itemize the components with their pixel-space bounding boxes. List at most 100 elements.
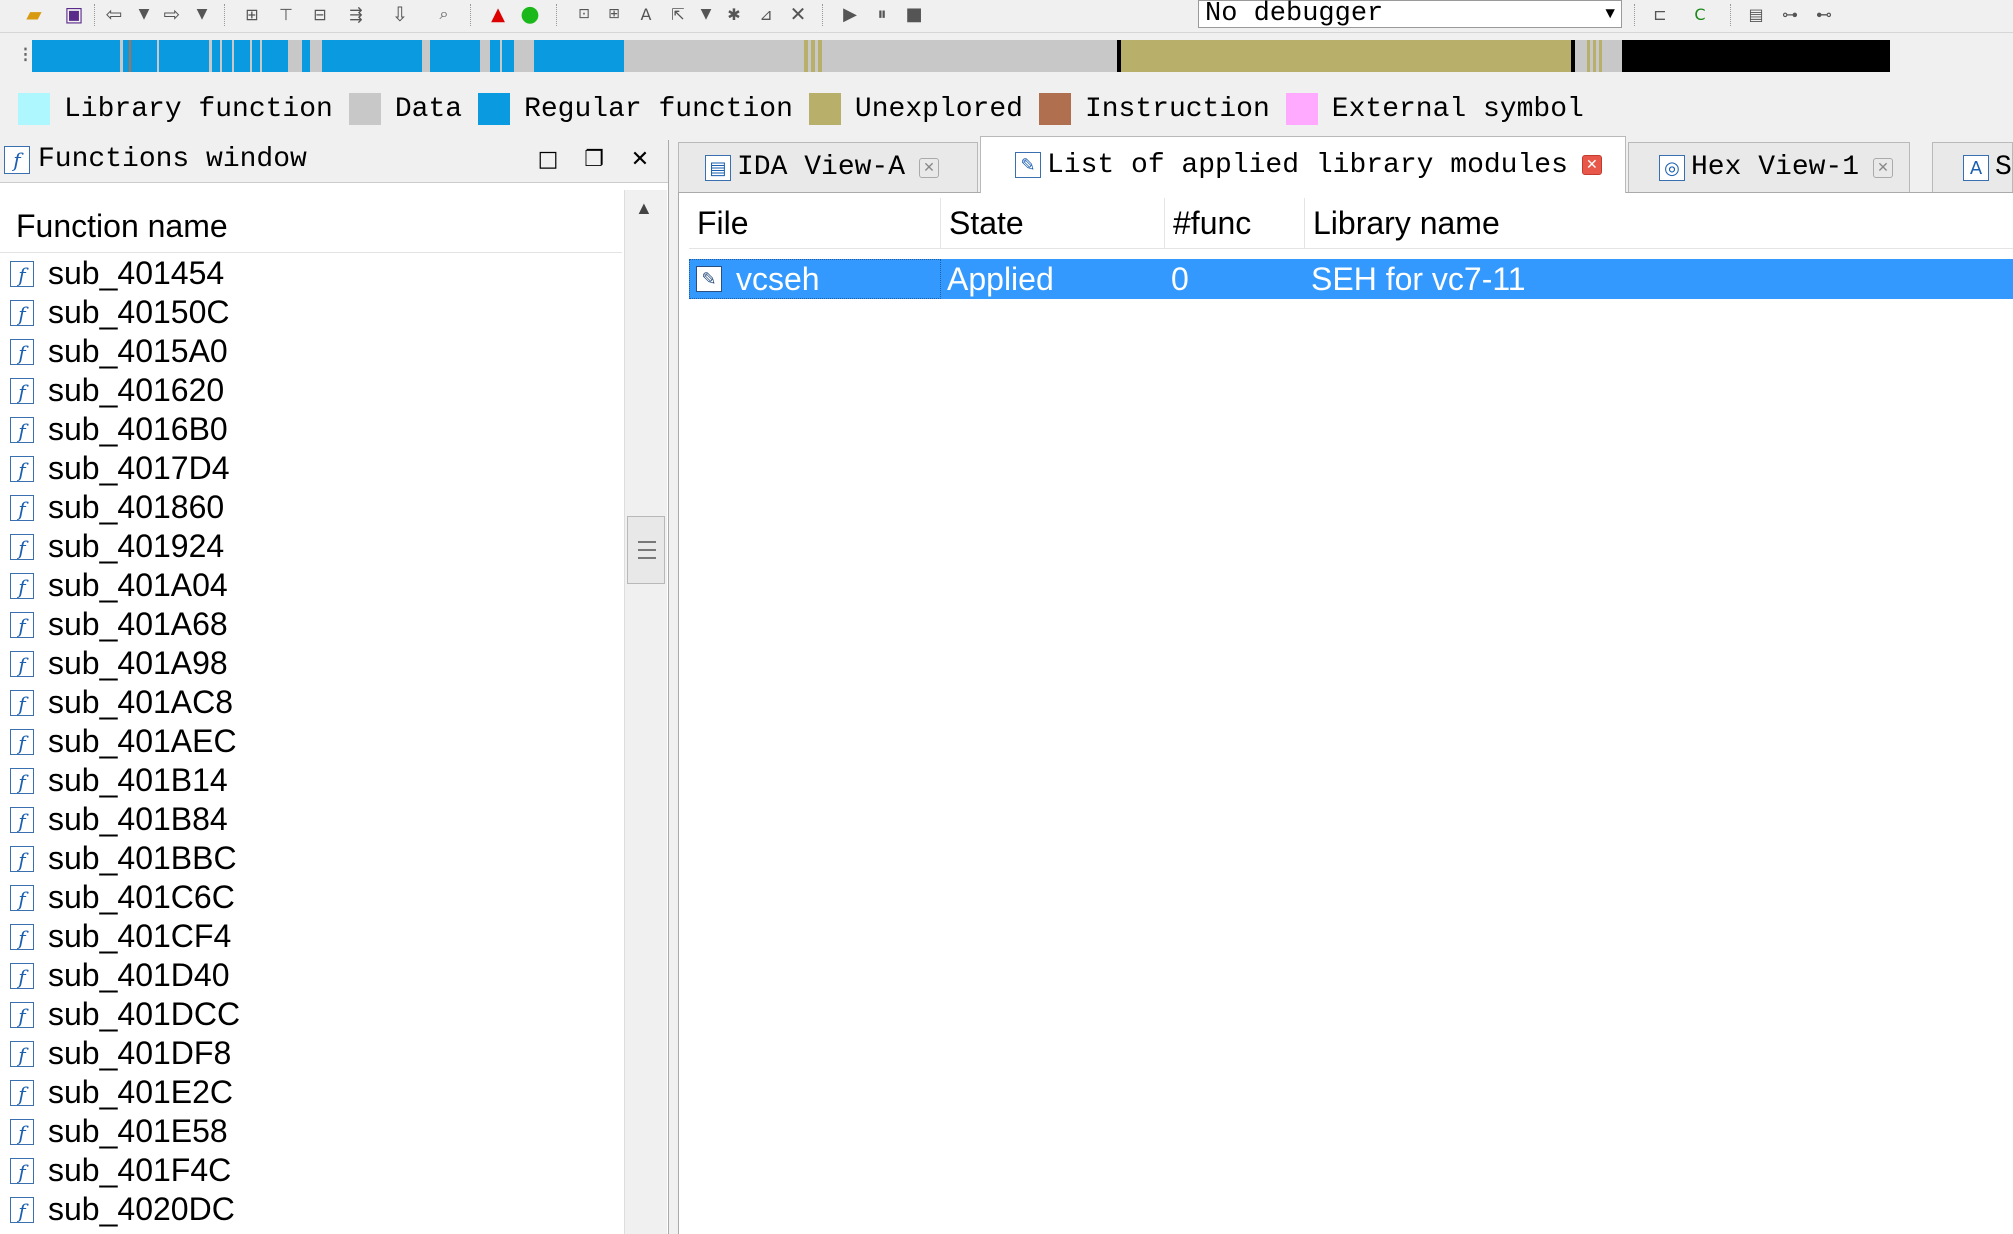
- scroll-up-icon[interactable]: ▲: [635, 198, 653, 219]
- code-icon[interactable]: ⊡: [570, 1, 598, 27]
- pause-icon[interactable]: ⏸: [868, 1, 896, 27]
- list-item[interactable]: f sub_401C6C: [0, 878, 622, 917]
- list-item[interactable]: f sub_401AC8: [0, 683, 622, 722]
- debugger-select[interactable]: No debugger ▼: [1198, 0, 1622, 28]
- function-name: sub_401AC8: [48, 684, 234, 720]
- tab-library-modules[interactable]: ✎ List of applied library modules ✕: [980, 136, 1626, 193]
- list-item[interactable]: f sub_401454: [0, 254, 622, 293]
- list-item[interactable]: f sub_401A98: [0, 644, 622, 683]
- debugger-dropdown-icon[interactable]: ▼: [1605, 1, 1615, 27]
- tab-ida-view-a[interactable]: ▤ IDA View-A ✕: [678, 142, 978, 192]
- list-item[interactable]: f sub_40150C: [0, 293, 622, 332]
- function-name: sub_401D40: [48, 957, 230, 993]
- forward-icon[interactable]: ⇨: [158, 1, 186, 27]
- open-icon[interactable]: ▰: [20, 1, 48, 27]
- list-item[interactable]: f sub_401A04: [0, 566, 622, 605]
- run-green-icon[interactable]: ●: [516, 1, 544, 27]
- functions-scrollbar[interactable]: ▲: [624, 190, 667, 1234]
- warning-icon[interactable]: ▲: [484, 1, 512, 27]
- struct-icon[interactable]: ✱: [720, 1, 748, 27]
- list-item[interactable]: f sub_4015A0: [0, 332, 622, 371]
- list-item[interactable]: f sub_401DF8: [0, 1034, 622, 1073]
- list-item[interactable]: f sub_4017D4: [0, 449, 622, 488]
- bookmark-icon[interactable]: ▤: [1742, 1, 1770, 27]
- decompile-icon[interactable]: C: [1686, 1, 1714, 27]
- navigation-band[interactable]: [32, 40, 2013, 72]
- list-item[interactable]: f sub_401B14: [0, 761, 622, 800]
- patch-icon[interactable]: ⊿: [752, 1, 780, 27]
- tab-close-icon[interactable]: ✕: [919, 157, 940, 178]
- close-icon[interactable]: ✕: [624, 144, 656, 176]
- list-item[interactable]: f sub_401620: [0, 371, 622, 410]
- list-item[interactable]: f sub_401F4C: [0, 1151, 622, 1190]
- string-icon[interactable]: A: [632, 1, 660, 27]
- binary-icon[interactable]: ⊟: [306, 1, 334, 27]
- scrollbar-thumb[interactable]: [627, 516, 665, 584]
- band-segment: [430, 40, 480, 72]
- back-icon[interactable]: ⇦: [100, 1, 128, 27]
- function-name: sub_401454: [48, 255, 225, 291]
- down-arrow-icon[interactable]: ⇩: [386, 1, 414, 27]
- list-item[interactable]: f sub_4020DC: [0, 1190, 622, 1229]
- graph-icon[interactable]: ⊶: [1776, 1, 1804, 27]
- function-icon: f: [10, 1040, 34, 1067]
- function-name: sub_401BBC: [48, 840, 237, 876]
- xref-dropdown-icon[interactable]: ▼: [692, 1, 720, 27]
- tab-label: Hex View-1: [1691, 152, 1860, 183]
- tab-close-icon[interactable]: ✕: [1581, 155, 1602, 175]
- hex-icon[interactable]: ⊞: [238, 1, 266, 27]
- back-dropdown-icon[interactable]: ▼: [130, 1, 158, 27]
- strings-icon: A: [1963, 154, 1989, 181]
- close-cross-icon[interactable]: ✕: [784, 1, 812, 27]
- function-name: sub_40150C: [48, 294, 230, 330]
- save-icon[interactable]: ▣: [60, 1, 88, 27]
- list-item[interactable]: f sub_401924: [0, 527, 622, 566]
- forward-dropdown-icon[interactable]: ▼: [188, 1, 216, 27]
- column-header-library-name[interactable]: Library name: [1305, 198, 2013, 248]
- data-icon[interactable]: ⊞: [600, 1, 628, 27]
- list-item[interactable]: f sub_401860: [0, 488, 622, 527]
- play-icon[interactable]: ▶: [836, 1, 864, 27]
- tab-strings[interactable]: A S: [1932, 142, 2013, 192]
- band-segment: [252, 40, 260, 72]
- list-item[interactable]: f sub_401BBC: [0, 839, 622, 878]
- function-icon: f: [10, 1157, 34, 1184]
- tab-hex-view-1[interactable]: ◎ Hex View-1 ✕: [1628, 142, 1910, 192]
- jump-icon[interactable]: ⇶: [342, 1, 370, 27]
- stop-icon[interactable]: ■: [900, 1, 928, 27]
- list-item[interactable]: f sub_401E2C: [0, 1073, 622, 1112]
- table-row[interactable]: ✎ vcseh Applied 0 SEH for vc7-11: [689, 259, 2013, 299]
- list-item[interactable]: f sub_401B84: [0, 800, 622, 839]
- function-name-column-header[interactable]: Function name: [0, 202, 622, 253]
- restore-icon[interactable]: ❐: [578, 144, 610, 176]
- list-item[interactable]: f sub_401A68: [0, 605, 622, 644]
- column-header-state[interactable]: State: [941, 198, 1165, 248]
- band-segment: [288, 40, 302, 72]
- xref-icon[interactable]: ⇱: [664, 1, 692, 27]
- maximize-icon[interactable]: □: [532, 144, 564, 176]
- band-segment: [262, 40, 288, 72]
- column-header-file[interactable]: File: [689, 198, 941, 248]
- column-header-func[interactable]: #func: [1165, 198, 1305, 248]
- list-item[interactable]: f sub_4016B0: [0, 410, 622, 449]
- text-icon[interactable]: ⊤: [272, 1, 300, 27]
- list-item[interactable]: f sub_401AEC: [0, 722, 622, 761]
- band-segment: [822, 40, 1117, 72]
- tab-bar: ▤ IDA View-A ✕ ✎ List of applied library…: [678, 136, 2013, 193]
- graph-add-icon[interactable]: ⊷: [1810, 1, 1838, 27]
- list-item[interactable]: f sub_401E58: [0, 1112, 622, 1151]
- function-name: sub_4017D4: [48, 450, 230, 486]
- list-item[interactable]: f sub_401DCC: [0, 995, 622, 1034]
- function-name: sub_401B14: [48, 762, 228, 798]
- band-segment: [502, 40, 514, 72]
- list-item[interactable]: f sub_401D40: [0, 956, 622, 995]
- copy-icon[interactable]: ⊏: [1646, 1, 1674, 27]
- band-segment: [1575, 40, 1587, 72]
- search-icon[interactable]: ⌕: [430, 1, 458, 27]
- list-item[interactable]: f sub_401CF4: [0, 917, 622, 956]
- toolbar-separator: [224, 4, 229, 26]
- functions-window-titlebar[interactable]: f Functions window □ ❐ ✕: [0, 140, 668, 183]
- band-segment: [422, 40, 430, 72]
- tab-close-icon[interactable]: ✕: [1873, 157, 1894, 178]
- cell-file[interactable]: ✎ vcseh: [689, 259, 941, 299]
